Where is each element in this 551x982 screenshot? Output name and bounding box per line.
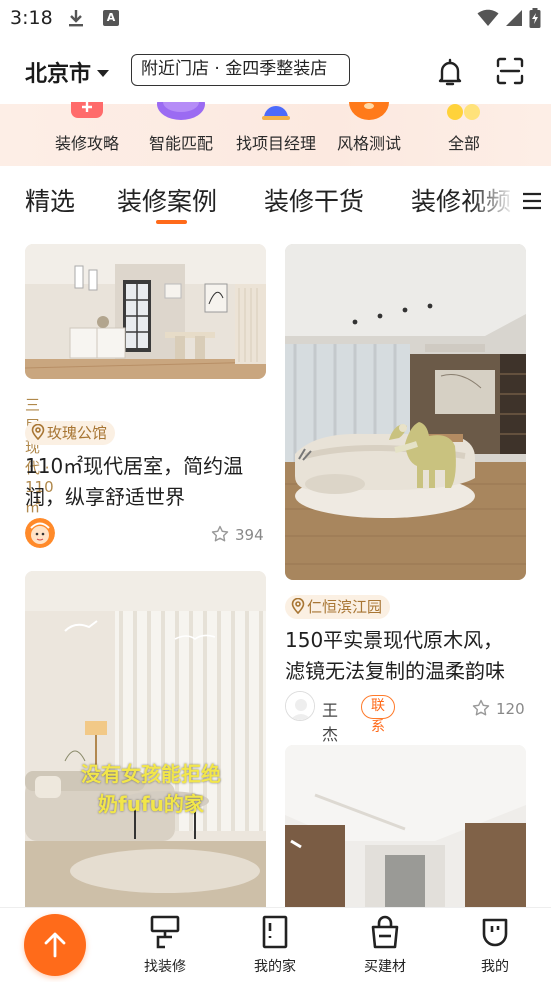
city-label: 北京市 — [25, 62, 92, 87]
category-label: 风格测试 — [336, 134, 401, 153]
tab-fade-overlay — [470, 170, 515, 230]
status-right-icons — [477, 8, 541, 28]
scroll-to-top-button[interactable] — [24, 914, 86, 976]
nav-buy-materials[interactable]: 买建材 — [345, 914, 425, 976]
category-label: 智能匹配 — [148, 134, 213, 153]
arrow-up-icon — [44, 932, 66, 958]
star-icon — [211, 525, 229, 542]
overlay-text-line-2: 奶fufu的家 — [98, 792, 204, 816]
like-count[interactable]: 120 — [472, 699, 525, 718]
case-image[interactable] — [285, 244, 526, 580]
category-label: 装修攻略 — [54, 134, 119, 153]
shopping-bag-icon — [371, 915, 399, 949]
scan-icon[interactable] — [495, 56, 525, 90]
avatar[interactable] — [25, 518, 55, 548]
caret-down-icon — [97, 69, 110, 77]
nav-profile[interactable]: 我的 — [455, 914, 535, 976]
active-tab-indicator — [156, 220, 187, 224]
nav-label: 我的家 — [254, 959, 296, 975]
nav-label: 我的 — [481, 959, 509, 975]
content-tabs: 精选 装修案例 装修干货 装修视频 — [0, 170, 551, 230]
case-title[interactable]: 150平实景现代原木风， 滤镜无法复制的温柔韵味 — [285, 625, 540, 687]
location-tag[interactable]: 仁恒滨江园 — [285, 595, 391, 619]
top-header: 北京市 附近门店 · 金四季整装店 — [0, 40, 551, 102]
case-title-line-2: 滤镜无法复制的温柔韵味 — [285, 659, 505, 683]
bell-icon[interactable] — [434, 56, 466, 92]
nav-my-home[interactable]: 我的家 — [235, 914, 315, 976]
match-icon — [155, 88, 207, 126]
download-icon — [66, 8, 86, 32]
all-icon — [444, 100, 484, 130]
status-bar: 3:18 A — [0, 0, 551, 38]
like-count-value: 120 — [496, 700, 525, 718]
like-count-value: 394 — [235, 526, 264, 544]
location-tag[interactable]: 玫瑰公馆 — [25, 421, 116, 445]
like-count[interactable]: 394 — [211, 525, 264, 544]
wifi-icon — [477, 9, 499, 26]
battery-icon — [529, 8, 541, 28]
location-pin-icon — [291, 597, 305, 615]
tab-cases[interactable]: 装修案例 — [117, 182, 217, 218]
case-image[interactable] — [285, 745, 526, 907]
overlay-text-line-1: 没有女孩能拒绝 — [81, 762, 221, 786]
location-pin-icon — [31, 423, 45, 441]
contact-button[interactable]: 联系 — [361, 695, 395, 735]
signal-icon — [506, 10, 522, 26]
status-time: 3:18 — [10, 7, 53, 29]
nav-find-decor[interactable]: 找装修 — [125, 914, 205, 976]
category-label: 全部 — [447, 134, 480, 153]
tab-tips[interactable]: 装修干货 — [264, 182, 364, 218]
location-label: 玫瑰公馆 — [47, 424, 108, 442]
star-icon — [472, 699, 490, 716]
a-icon: A — [103, 10, 119, 26]
category-strip: 装修攻略 智能匹配 找项目经理 风格测试 全部 — [0, 84, 551, 166]
case-image[interactable] — [25, 244, 266, 379]
category-label: 找项目经理 — [235, 134, 316, 153]
menu-icon[interactable] — [522, 192, 542, 214]
nav-label: 买建材 — [364, 959, 406, 975]
find-decor-icon — [150, 915, 180, 949]
nearby-store-selector[interactable]: 附近门店 · 金四季整装店 — [131, 54, 350, 86]
author-name: 王杰 — [322, 701, 339, 744]
city-selector[interactable]: 北京市 — [25, 56, 110, 88]
style-test-icon — [349, 84, 389, 126]
overlay-handwritten-text: 没有女孩能拒绝 奶fufu的家 — [51, 759, 251, 819]
decor-doodle — [64, 620, 216, 640]
case-title-line-1: 150平实景现代原木风， — [285, 628, 504, 652]
location-label: 仁恒滨江园 — [307, 598, 383, 616]
case-title-line-2: 润，纵享舒适世界 — [25, 485, 185, 509]
case-image[interactable]: 没有女孩能拒绝 奶fufu的家 — [25, 571, 266, 907]
profile-icon — [482, 918, 508, 947]
bottom-navigation: 找装修 我的家 买建材 我的 — [0, 907, 551, 982]
case-title-line-1: 110㎡现代居室，简约温 — [25, 454, 244, 478]
case-title[interactable]: 110㎡现代居室，简约温 润，纵享舒适世界 — [25, 451, 270, 513]
guide-icon — [67, 92, 107, 124]
manager-icon — [256, 102, 296, 126]
tab-selected[interactable]: 精选 — [25, 182, 75, 218]
my-home-icon — [262, 915, 288, 949]
nav-label: 找装修 — [144, 959, 186, 975]
avatar[interactable] — [285, 691, 315, 721]
